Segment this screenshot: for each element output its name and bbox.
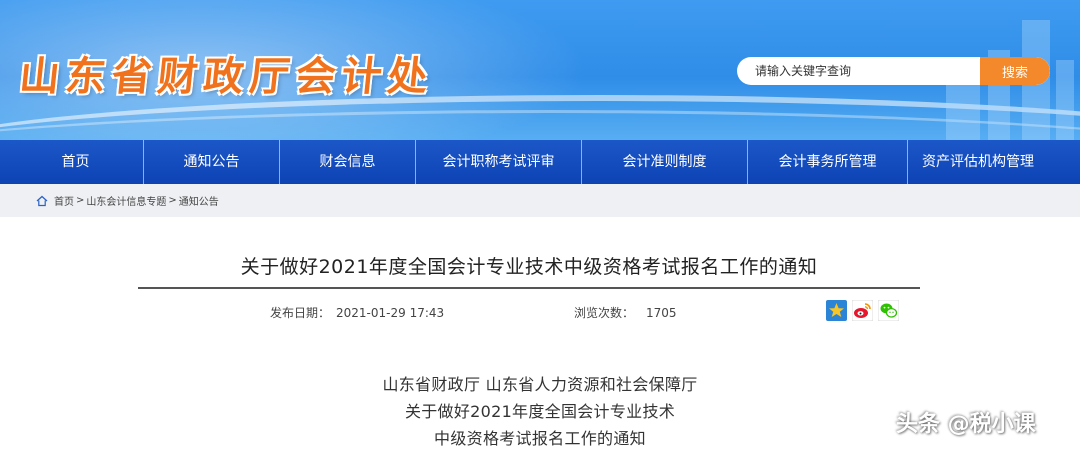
search-input[interactable] [737,57,980,85]
breadcrumb-separator: > [168,195,177,206]
breadcrumb-topic[interactable]: 山东会计信息专题 [86,193,166,208]
nav-item-finance-info[interactable]: 财会信息 [280,140,416,184]
publish-date-label: 发布日期： [270,306,331,320]
wechat-icon[interactable] [878,300,899,321]
body-line: 山东省财政厅 山东省人力资源和社会保障厅 [382,375,698,394]
nav-item-accounting-standards[interactable]: 会计准则制度 [582,140,748,184]
share-buttons [826,300,899,321]
view-count-label: 浏览次数： [574,306,635,320]
publish-date: 发布日期： 2021-01-29 17:43 [270,304,444,321]
breadcrumb-bar: 首页 > 山东会计信息专题 > 通知公告 [0,184,1080,217]
nav-item-notices[interactable]: 通知公告 [144,140,280,184]
main-nav: 首页 通知公告 财会信息 会计职称考试评审 会计准则制度 会计事务所管理 资产评… [0,140,1080,184]
breadcrumb: 首页 > 山东会计信息专题 > 通知公告 [36,184,219,217]
header-banner: 山东省财政厅会计处 搜索 [0,0,1080,140]
nav-item-home[interactable]: 首页 [8,140,144,184]
site-title: 山东省财政厅会计处 [17,53,437,100]
nav-item-accounting-exam[interactable]: 会计职称考试评审 [416,140,582,184]
view-count: 浏览次数： 1705 [574,304,677,321]
article-title: 关于做好2021年度全国会计专业技术中级资格考试报名工作的通知 [240,256,818,278]
qzone-icon[interactable] [826,300,847,321]
breadcrumb-notices[interactable]: 通知公告 [179,193,219,208]
publish-date-value: 2021-01-29 17:43 [336,306,445,320]
nav-item-asset-appraisal[interactable]: 资产评估机构管理 [908,140,1048,184]
weibo-icon[interactable] [852,300,873,321]
title-divider [138,287,920,289]
breadcrumb-separator: > [76,195,85,206]
watermark: 头条 @税小课 [896,412,1036,437]
skyline-building [1056,60,1074,140]
breadcrumb-home[interactable]: 首页 [54,193,74,208]
search-button[interactable]: 搜索 [980,57,1050,85]
view-count-value: 1705 [646,306,677,320]
home-icon [36,195,48,206]
nav-item-firm-management[interactable]: 会计事务所管理 [748,140,908,184]
search-box: 搜索 [737,57,1050,85]
